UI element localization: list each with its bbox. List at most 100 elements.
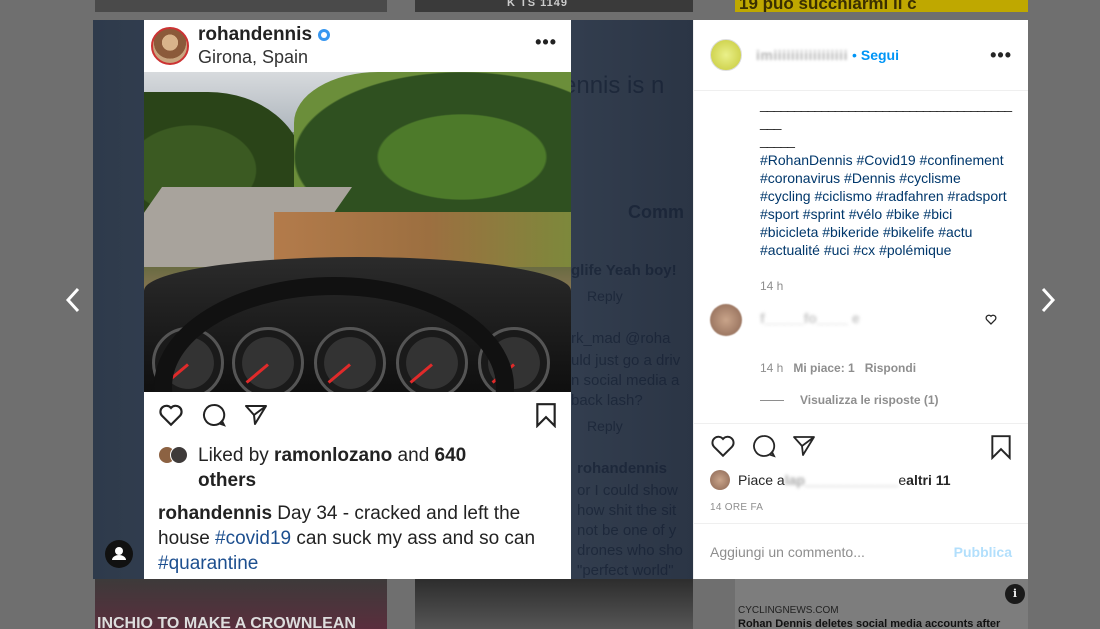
liked-by-mid: and <box>392 445 435 466</box>
ghost-text: drones who sho <box>577 542 683 559</box>
chevron-right-icon <box>1041 287 1056 313</box>
liked-by-user: ramonlozano <box>274 445 393 466</box>
heart-icon <box>711 435 735 458</box>
view-replies-label: Visualizza le risposte (1) <box>800 393 939 407</box>
liked-by-count: 640 <box>434 445 467 466</box>
post-media[interactable]: ennis is n Comm glife Yeah boy! Reply rk… <box>93 20 693 579</box>
previous-post-button[interactable] <box>63 286 83 314</box>
ghost-text: Reply <box>587 288 623 304</box>
avatar[interactable] <box>710 304 742 336</box>
screenshot-location: Girona, Spain <box>198 46 309 67</box>
comment-button[interactable] <box>752 434 776 473</box>
screenshot-action-bar <box>144 392 571 437</box>
reply-button[interactable]: Rispondi <box>865 361 916 375</box>
likes-prefix: Piace a <box>738 472 785 488</box>
embedded-screenshot: rohandennis Girona, Spain ••• Liked by r… <box>144 20 571 579</box>
avatar <box>710 470 730 490</box>
tagged-people-button[interactable] <box>105 540 133 568</box>
ghost-text: n social media a <box>571 372 680 389</box>
comment-icon <box>753 435 776 458</box>
comment-input[interactable] <box>710 543 954 560</box>
add-comment-bar: Pubblica <box>694 523 1028 579</box>
feed-tile-headline: Rohan Dennis deletes social media accoun… <box>738 618 1001 629</box>
post-timestamp: 14 ORE FA <box>710 502 764 513</box>
ghost-text: rohandennis <box>577 460 668 477</box>
comment-icon <box>203 403 226 427</box>
more-options-icon: ••• <box>535 32 557 52</box>
likes-others[interactable]: altri 11 <box>906 472 950 488</box>
more-options-icon[interactable]: ••• <box>990 45 1012 66</box>
ghost-text: uld just go a driv <box>571 352 681 369</box>
feed-tile-text: 19 può succhiarmi il c <box>739 0 917 12</box>
ghost-text: ennis is n <box>563 72 665 99</box>
publish-button[interactable]: Pubblica <box>954 544 1012 560</box>
caption-divider: _____ <box>760 132 795 148</box>
comment-time: 14 h <box>760 361 784 375</box>
replies-line <box>760 399 784 401</box>
liker-name[interactable]: lap____________ <box>785 472 899 488</box>
liked-by-prefix: Liked by <box>198 445 275 466</box>
screenshot-likes: Liked by ramonlozano and 640 others <box>144 437 571 493</box>
ghost-text: Reply <box>587 418 623 434</box>
ghost-text: "perfect world" <box>577 562 674 579</box>
caption-hashtag: #covid19 <box>215 528 292 549</box>
like-button[interactable] <box>710 434 736 473</box>
ghost-text: not be one of y <box>577 522 677 539</box>
post-time: 14 h <box>760 279 784 293</box>
likes-summary: Piace a lap____________ e altri 11 <box>710 470 951 490</box>
post-author-username[interactable]: imiiiiiiiiiiiiiiiii <box>756 47 848 63</box>
post-sidebar: imiiiiiiiiiiiiiiiii • Segui ••• ________… <box>693 20 1028 579</box>
bookmark-icon <box>991 435 1011 460</box>
feed-tile-text: INCHIO TO MAKE A CROWNLEAN <box>97 615 356 629</box>
avatar <box>151 27 189 65</box>
person-icon <box>112 547 126 560</box>
ghost-text: back lash? <box>571 392 643 409</box>
caption-username: rohandennis <box>158 503 273 524</box>
comment-item: f_____fo____ e 14 h Mi piace: 1 Rispondi… <box>710 304 1013 414</box>
share-icon <box>793 436 815 456</box>
feed-tile[interactable]: K TS 1149 <box>415 0 693 12</box>
screenshot-caption: rohandennis Day 34 - cracked and left th… <box>144 493 571 576</box>
bookmark-icon <box>536 402 556 428</box>
verified-badge-icon <box>318 29 331 42</box>
share-icon <box>245 404 267 425</box>
caption-hashtags[interactable]: #RohanDennis #Covid19 #confinement #coro… <box>760 151 1012 259</box>
next-post-button[interactable] <box>1038 286 1058 314</box>
heart-icon <box>159 404 183 426</box>
post-header: imiiiiiiiiiiiiiiiii • Segui ••• <box>694 20 1028 91</box>
post-action-bar <box>694 423 1028 473</box>
caption-text: can suck my ass and so can <box>291 528 536 549</box>
avatar[interactable] <box>710 39 742 71</box>
chevron-left-icon <box>65 287 80 313</box>
screenshot-header: rohandennis Girona, Spain ••• <box>144 20 571 72</box>
ghost-text: glife Yeah boy! <box>571 262 677 279</box>
feed-tile-source: CYCLINGNEWS.COM <box>738 605 839 616</box>
feed-tile[interactable]: 19 può succhiarmi il c <box>735 0 1028 12</box>
ghost-text: how shit the sit <box>577 502 677 519</box>
post-modal: ennis is n Comm glife Yeah boy! Reply rk… <box>93 20 1028 579</box>
feed-tile[interactable] <box>415 579 693 629</box>
view-replies-button[interactable]: Visualizza le risposte (1) <box>760 393 939 407</box>
share-button[interactable] <box>792 434 816 473</box>
liker-avatars <box>158 443 194 493</box>
feed-tile[interactable]: i CYCLINGNEWS.COM Rohan Dennis deletes s… <box>735 579 1028 629</box>
heart-icon <box>985 314 997 325</box>
road-car-photo <box>144 72 571 392</box>
save-button[interactable] <box>990 434 1012 473</box>
follow-button[interactable]: Segui <box>861 47 899 63</box>
comment-text: f_____fo____ e <box>760 310 860 326</box>
feed-tile[interactable] <box>95 0 387 12</box>
ghost-text: Comm <box>628 202 685 222</box>
comment-likes[interactable]: Mi piace: 1 <box>793 361 854 375</box>
screenshot-username: rohandennis <box>198 23 313 45</box>
feed-tile[interactable]: INCHIO TO MAKE A CROWNLEAN <box>95 579 387 629</box>
feed-tile-text: K TS 1149 <box>507 0 568 9</box>
likes-suffix: e <box>898 472 907 488</box>
info-icon[interactable]: i <box>1005 584 1025 604</box>
ghost-text: rk_mad @roha <box>571 330 671 347</box>
liked-by-suffix: others <box>198 470 257 491</box>
caption-divider: ________________________________________ <box>760 96 1012 130</box>
separator-dot: • <box>851 47 857 63</box>
comment-like-button[interactable] <box>985 314 997 325</box>
ghost-text: or I could show <box>577 482 678 499</box>
